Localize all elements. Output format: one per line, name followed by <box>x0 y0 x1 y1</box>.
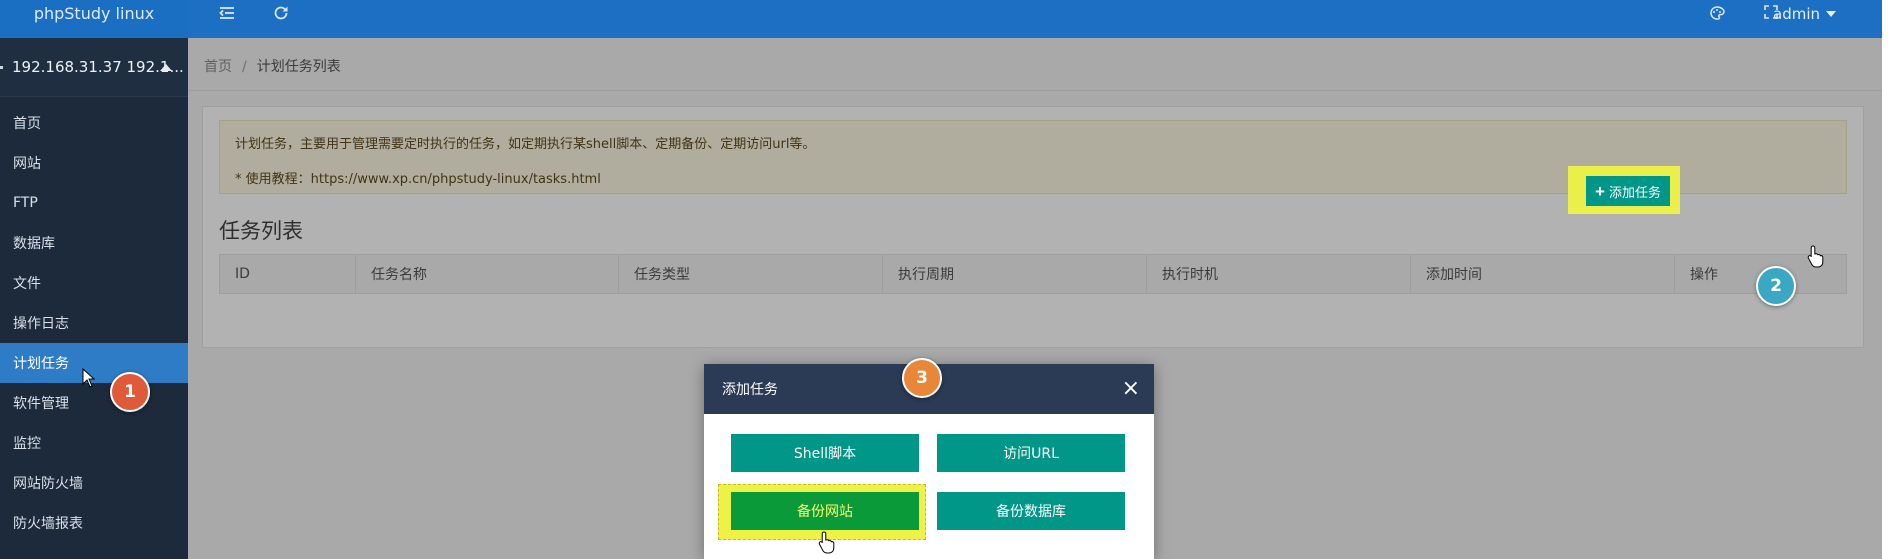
step-badge-3: 3 <box>902 358 942 398</box>
sidebar-item-monitor[interactable]: 监控 <box>0 423 188 463</box>
caret-up-icon <box>160 64 172 71</box>
sidebar: phpStudy linux 192.168.31.37 192.1... 首页… <box>0 0 188 559</box>
server-address: 192.168.31.37 192.1... <box>12 58 184 76</box>
sidebar-item-oplog[interactable]: 操作日志 <box>0 303 188 343</box>
step-badge-1: 1 <box>110 372 150 412</box>
hand-cursor-icon <box>1807 245 1824 268</box>
sidebar-item-website[interactable]: 网站 <box>0 143 188 183</box>
topbar: admin <box>188 0 1882 38</box>
sidebar-item-files[interactable]: 文件 <box>0 263 188 303</box>
plus-icon: + <box>1595 181 1605 201</box>
sidebar-menu: 首页 网站 FTP 数据库 文件 操作日志 计划任务 软件管理 监控 网站防火墙… <box>0 103 188 543</box>
shell-script-button[interactable]: Shell脚本 <box>731 434 919 472</box>
cursor-icon <box>82 368 96 388</box>
hand-cursor-icon <box>818 531 835 554</box>
chevron-down-icon <box>1826 11 1836 17</box>
add-task-label: 添加任务 <box>1608 184 1661 200</box>
backup-site-button[interactable]: 备份网站 <box>731 492 919 530</box>
sidebar-item-home[interactable]: 首页 <box>0 103 188 143</box>
user-menu[interactable]: admin <box>1773 5 1836 23</box>
visit-url-button[interactable]: 访问URL <box>937 434 1125 472</box>
palette-icon[interactable] <box>1708 4 1726 27</box>
brand-logo[interactable]: phpStudy linux <box>0 0 188 38</box>
app-frame: phpStudy linux 192.168.31.37 192.1... 首页… <box>0 0 1882 559</box>
step-badge-2: 2 <box>1756 266 1796 306</box>
user-name: admin <box>1773 5 1820 23</box>
window-edge <box>1882 0 1888 559</box>
close-icon[interactable]: × <box>1122 378 1140 400</box>
sidebar-item-software[interactable]: 软件管理 <box>0 383 188 423</box>
add-task-button[interactable]: + 添加任务 <box>1586 176 1670 206</box>
sidebar-item-waf[interactable]: 网站防火墙 <box>0 463 188 503</box>
backup-database-button[interactable]: 备份数据库 <box>937 492 1125 530</box>
refresh-icon[interactable] <box>272 4 290 27</box>
sidebar-item-database[interactable]: 数据库 <box>0 223 188 263</box>
dialog-title: 添加任务 <box>722 382 778 398</box>
server-selector[interactable]: 192.168.31.37 192.1... <box>0 38 188 97</box>
menu-fold-icon[interactable] <box>218 4 236 27</box>
sidebar-item-waf-report[interactable]: 防火墙报表 <box>0 503 188 543</box>
sidebar-item-ftp[interactable]: FTP <box>0 183 188 223</box>
server-marker <box>0 66 3 69</box>
